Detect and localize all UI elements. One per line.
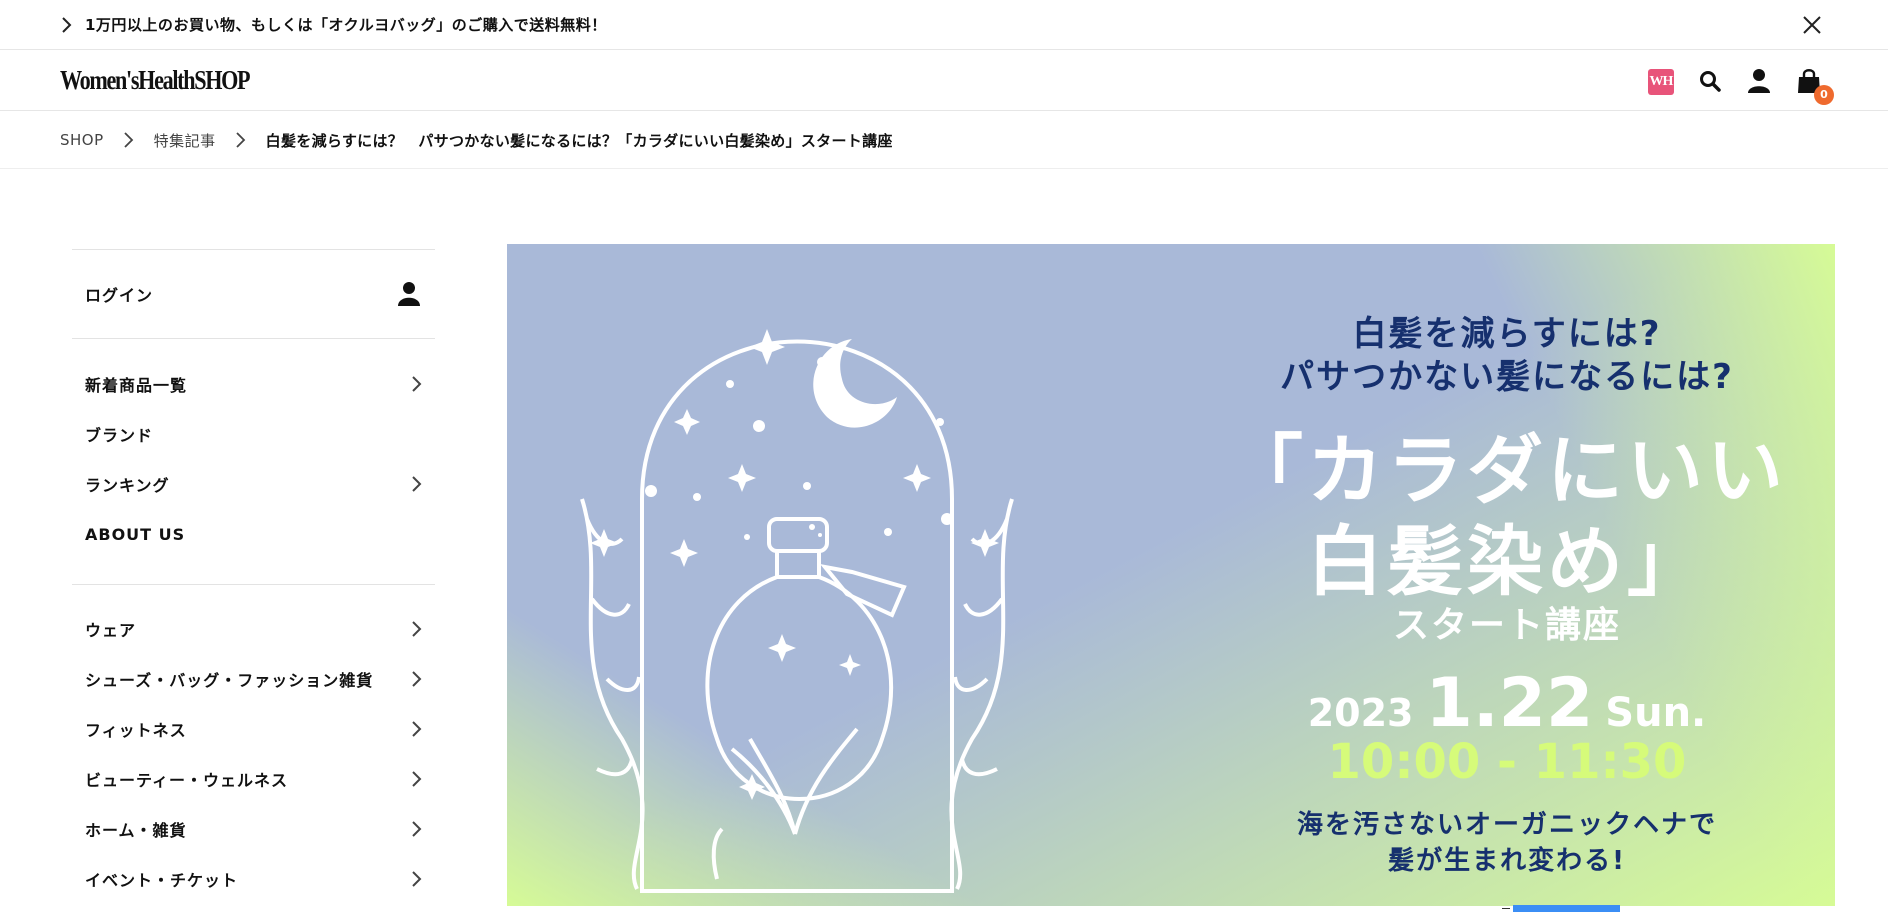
sidebar-item-label: フィットネス	[85, 721, 187, 740]
sidebar-item-label: ホーム・雑貨	[85, 821, 187, 840]
bottle-illustration	[580, 329, 1014, 893]
chevron-right-icon	[412, 621, 422, 637]
chevron-right-icon	[412, 376, 422, 392]
sidebar-login[interactable]: ログイン	[72, 250, 435, 338]
sidebar-item-label: 新着商品一覧	[85, 376, 188, 395]
chevron-right-icon	[412, 721, 422, 737]
chevron-right-icon	[412, 476, 422, 492]
chevron-right-icon	[412, 871, 422, 887]
sidebar-item-new-arrivals[interactable]: 新着商品一覧	[72, 359, 435, 409]
breadcrumb-shop[interactable]: SHOP	[60, 131, 104, 149]
tab-indicator[interactable]	[1513, 905, 1620, 912]
sidebar-item-home-goods[interactable]: ホーム・雑貨	[72, 804, 435, 854]
hero-text: 白髪を減らすには? パサつかない髪になるには? 「カラダにいい 白髪染め」 スタ…	[1207, 244, 1807, 906]
hero-year: 2023	[1307, 691, 1414, 735]
chevron-right-icon	[412, 771, 422, 787]
sidebar-item-ranking[interactable]: ランキング	[72, 459, 435, 509]
sidebar-login-label: ログイン	[85, 286, 154, 305]
breadcrumb: SHOP 特集記事 白髪を減らすには？ パサつかない髪になるには？「カラダにいい…	[60, 128, 893, 152]
sidebar-item-events-tickets[interactable]: イベント・チケット	[72, 854, 435, 904]
hero-weekday: Sun.	[1605, 690, 1707, 736]
hero-day: 1.22	[1425, 664, 1594, 743]
announcement-bar: 1万円以上のお買い物、もしくは「オクルヨバッグ」のご購入で送料無料！	[0, 0, 1888, 50]
user-icon[interactable]	[1745, 67, 1773, 95]
sidebar-item-label: ウェア	[85, 621, 137, 640]
hero-banner[interactable]: 白髪を減らすには? パサつかない髪になるには? 「カラダにいい 白髪染め」 スタ…	[507, 244, 1835, 906]
sidebar-item-label: イベント・チケット	[85, 871, 239, 890]
hero-title-line2: 白髪染め」	[1307, 517, 1707, 606]
sidebar-item-about-us[interactable]: ABOUT US	[72, 509, 435, 559]
divider	[1502, 908, 1510, 909]
sidebar-item-beauty-wellness[interactable]: ビューティー・ウェルネス	[72, 754, 435, 804]
sidebar-item-label: ランキング	[85, 476, 170, 495]
close-icon[interactable]	[1801, 14, 1823, 36]
user-icon	[398, 282, 420, 306]
sidebar-group-categories: ウェア シューズ・バッグ・ファッション雑貨 フィットネス ビューティー・ウェルネ…	[72, 585, 435, 904]
hero-footer-line1: 海を汚さないオーガニックヘナで	[1296, 810, 1717, 840]
hero-time: 10:00 - 11:30	[1327, 734, 1687, 790]
sidebar-item-fitness[interactable]: フィットネス	[72, 704, 435, 754]
chevron-right-icon	[236, 132, 245, 148]
divider	[0, 168, 1888, 169]
sidebar-nav: ログイン 新着商品一覧 ブランド ランキング ABOUT US ウェア シューズ…	[72, 249, 435, 904]
hero-subtitle-line2: パサつかない髪になるには?	[1280, 357, 1734, 397]
wh-magazine-badge[interactable]: WH	[1648, 69, 1674, 95]
sidebar-item-label: ABOUT US	[85, 524, 186, 544]
hero-subtitle-line1: 白髪を減らすには?	[1352, 314, 1662, 354]
hero-date: 2023 1.22 Sun.	[1207, 664, 1807, 743]
chevron-right-icon	[412, 671, 422, 687]
site-header: Women'sHealthSHOP WH 0	[0, 51, 1888, 111]
chevron-right-icon[interactable]	[57, 15, 77, 35]
chevron-right-icon	[412, 821, 422, 837]
breadcrumb-current: 白髪を減らすには？ パサつかない髪になるには？「カラダにいい白髪染め」スタート講…	[265, 131, 893, 150]
search-icon[interactable]	[1696, 67, 1724, 95]
hero-footer-line2: 髪が生まれ変わる!	[1388, 846, 1626, 876]
site-logo[interactable]: Women'sHealthSHOP	[60, 65, 251, 96]
sidebar-item-label: ビューティー・ウェルネス	[85, 771, 289, 790]
cart-count-badge: 0	[1814, 85, 1834, 105]
sidebar-group-main: 新着商品一覧 ブランド ランキング ABOUT US	[72, 339, 435, 584]
sidebar-item-brand[interactable]: ブランド	[72, 409, 435, 459]
sidebar-item-shoes-bags[interactable]: シューズ・バッグ・ファッション雑貨	[72, 654, 435, 704]
sidebar-item-label: ブランド	[85, 426, 154, 445]
announcement-text: 1万円以上のお買い物、もしくは「オクルヨバッグ」のご購入で送料無料！	[85, 16, 607, 34]
sidebar-item-wear[interactable]: ウェア	[72, 604, 435, 654]
sidebar-item-label: シューズ・バッグ・ファッション雑貨	[85, 671, 374, 690]
chevron-right-icon	[124, 132, 133, 148]
hero-title-suffix: スタート講座	[1392, 605, 1621, 646]
breadcrumb-features[interactable]: 特集記事	[154, 130, 216, 151]
